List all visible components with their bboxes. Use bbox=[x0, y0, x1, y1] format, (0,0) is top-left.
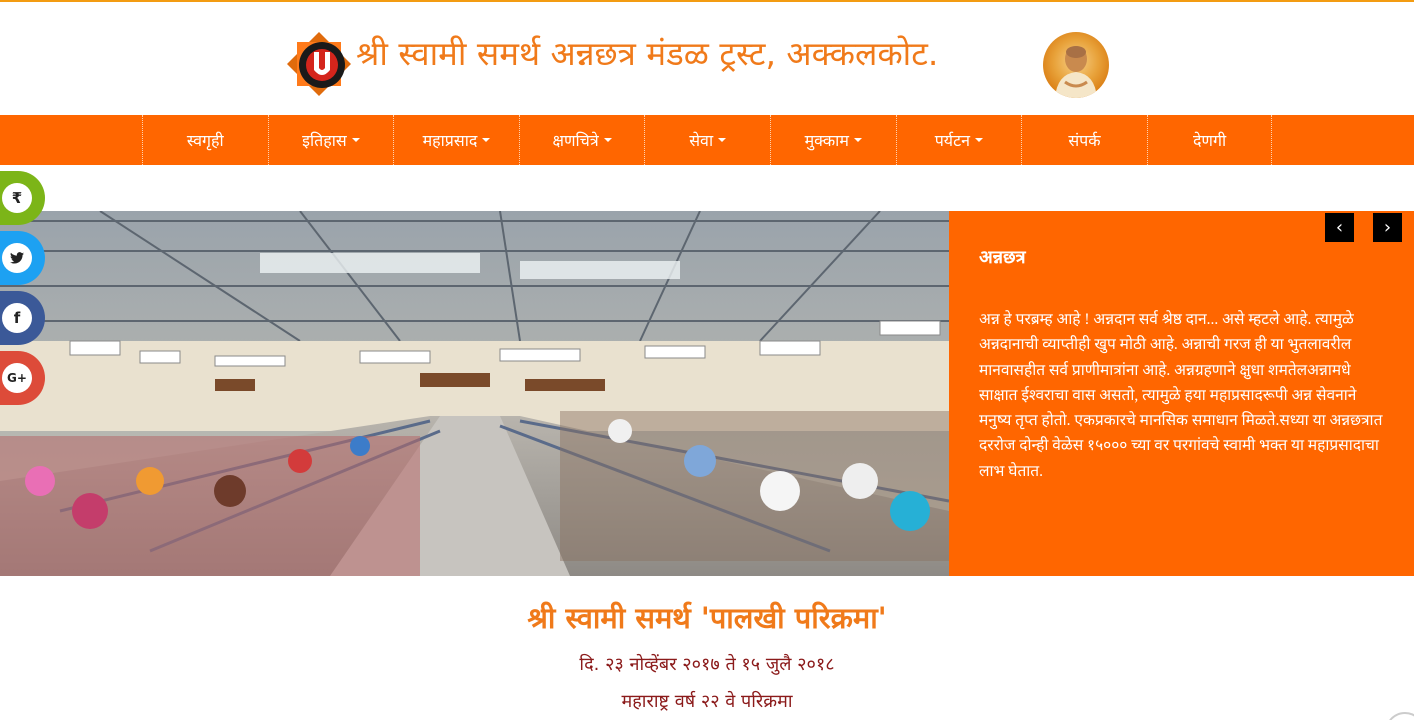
nav-item-label: क्षणचित्रे bbox=[552, 131, 599, 150]
caret-down-icon bbox=[603, 138, 612, 142]
scroll-to-top-button[interactable] bbox=[1385, 712, 1414, 720]
palkhi-headline: श्री स्वामी समर्थ 'पालखी परिक्रमा' bbox=[527, 601, 887, 635]
site-header: श्री स्वामी समर्थ अन्नछत्र मंडळ ट्रस्ट, … bbox=[0, 2, 1414, 115]
palkhi-year-line: महाराष्ट्र वर्ष २२ वे परिक्रमा bbox=[621, 691, 793, 712]
slide-description: अन्न हे परब्रम्ह आहे ! अन्नदान सर्व श्रे… bbox=[979, 311, 1383, 480]
rupee-icon: ₹ bbox=[2, 183, 32, 213]
slide-title: अन्नछत्र bbox=[979, 247, 1026, 268]
nav-item-label: देणगी bbox=[1192, 131, 1227, 150]
caret-down-icon bbox=[853, 138, 862, 142]
nav-item-tourism[interactable]: पर्यटन bbox=[895, 115, 1022, 165]
slide-caption-panel: ‹ › अन्नछत्र अन्न हे परब्रम्ह आहे ! अन्न… bbox=[949, 211, 1414, 576]
nav-item-label: महाप्रसाद bbox=[422, 131, 478, 150]
dining-hall-photo bbox=[0, 211, 949, 576]
twitter-icon bbox=[2, 243, 32, 273]
chevron-right-icon[interactable]: › bbox=[1373, 213, 1402, 242]
palkhi-date-line: दि. २३ नोव्हेंबर २०१७ ते १५ जुलै २०१८ bbox=[579, 654, 835, 675]
nav-item-label: सेवा bbox=[689, 131, 714, 150]
nav-menu: स्वगृही इतिहास महाप्रसाद क्षणचित्रे सेवा… bbox=[142, 115, 1273, 165]
nav-item-donation[interactable]: देणगी bbox=[1146, 115, 1273, 165]
nav-item-label: मुक्काम bbox=[804, 131, 849, 150]
nav-item-mahaprasad[interactable]: महाप्रसाद bbox=[393, 115, 519, 165]
caret-down-icon bbox=[482, 138, 491, 142]
nav-item-label: स्वगृही bbox=[186, 131, 224, 150]
swami-portrait bbox=[1043, 32, 1109, 98]
caret-down-icon bbox=[351, 138, 360, 142]
nav-item-label: इतिहास bbox=[302, 131, 347, 150]
nav-item-label: पर्यटन bbox=[934, 131, 971, 150]
nav-item-label: संपर्क bbox=[1068, 131, 1101, 150]
nav-item-home[interactable]: स्वगृही bbox=[142, 115, 268, 165]
facebook-icon: f bbox=[2, 303, 32, 333]
chevron-left-icon[interactable]: ‹ bbox=[1325, 213, 1354, 242]
nav-item-seva[interactable]: सेवा bbox=[644, 115, 770, 165]
trust-logo-icon[interactable] bbox=[287, 32, 351, 96]
caret-down-icon bbox=[975, 138, 984, 142]
caret-down-icon bbox=[718, 138, 727, 142]
hero-slider: ‹ › अन्नछत्र अन्न हे परब्रम्ह आहे ! अन्न… bbox=[0, 211, 1414, 576]
site-title: श्री स्वामी समर्थ अन्नछत्र मंडळ ट्रस्ट, … bbox=[356, 34, 939, 73]
nav-item-gallery[interactable]: क्षणचित्रे bbox=[518, 115, 645, 165]
nav-item-history[interactable]: इतिहास bbox=[267, 115, 394, 165]
nav-item-contact[interactable]: संपर्क bbox=[1021, 115, 1147, 165]
google-plus-icon: G+ bbox=[2, 363, 32, 393]
main-navbar: स्वगृही इतिहास महाप्रसाद क्षणचित्रे सेवा… bbox=[0, 115, 1414, 165]
nav-item-stay[interactable]: मुक्काम bbox=[769, 115, 896, 165]
